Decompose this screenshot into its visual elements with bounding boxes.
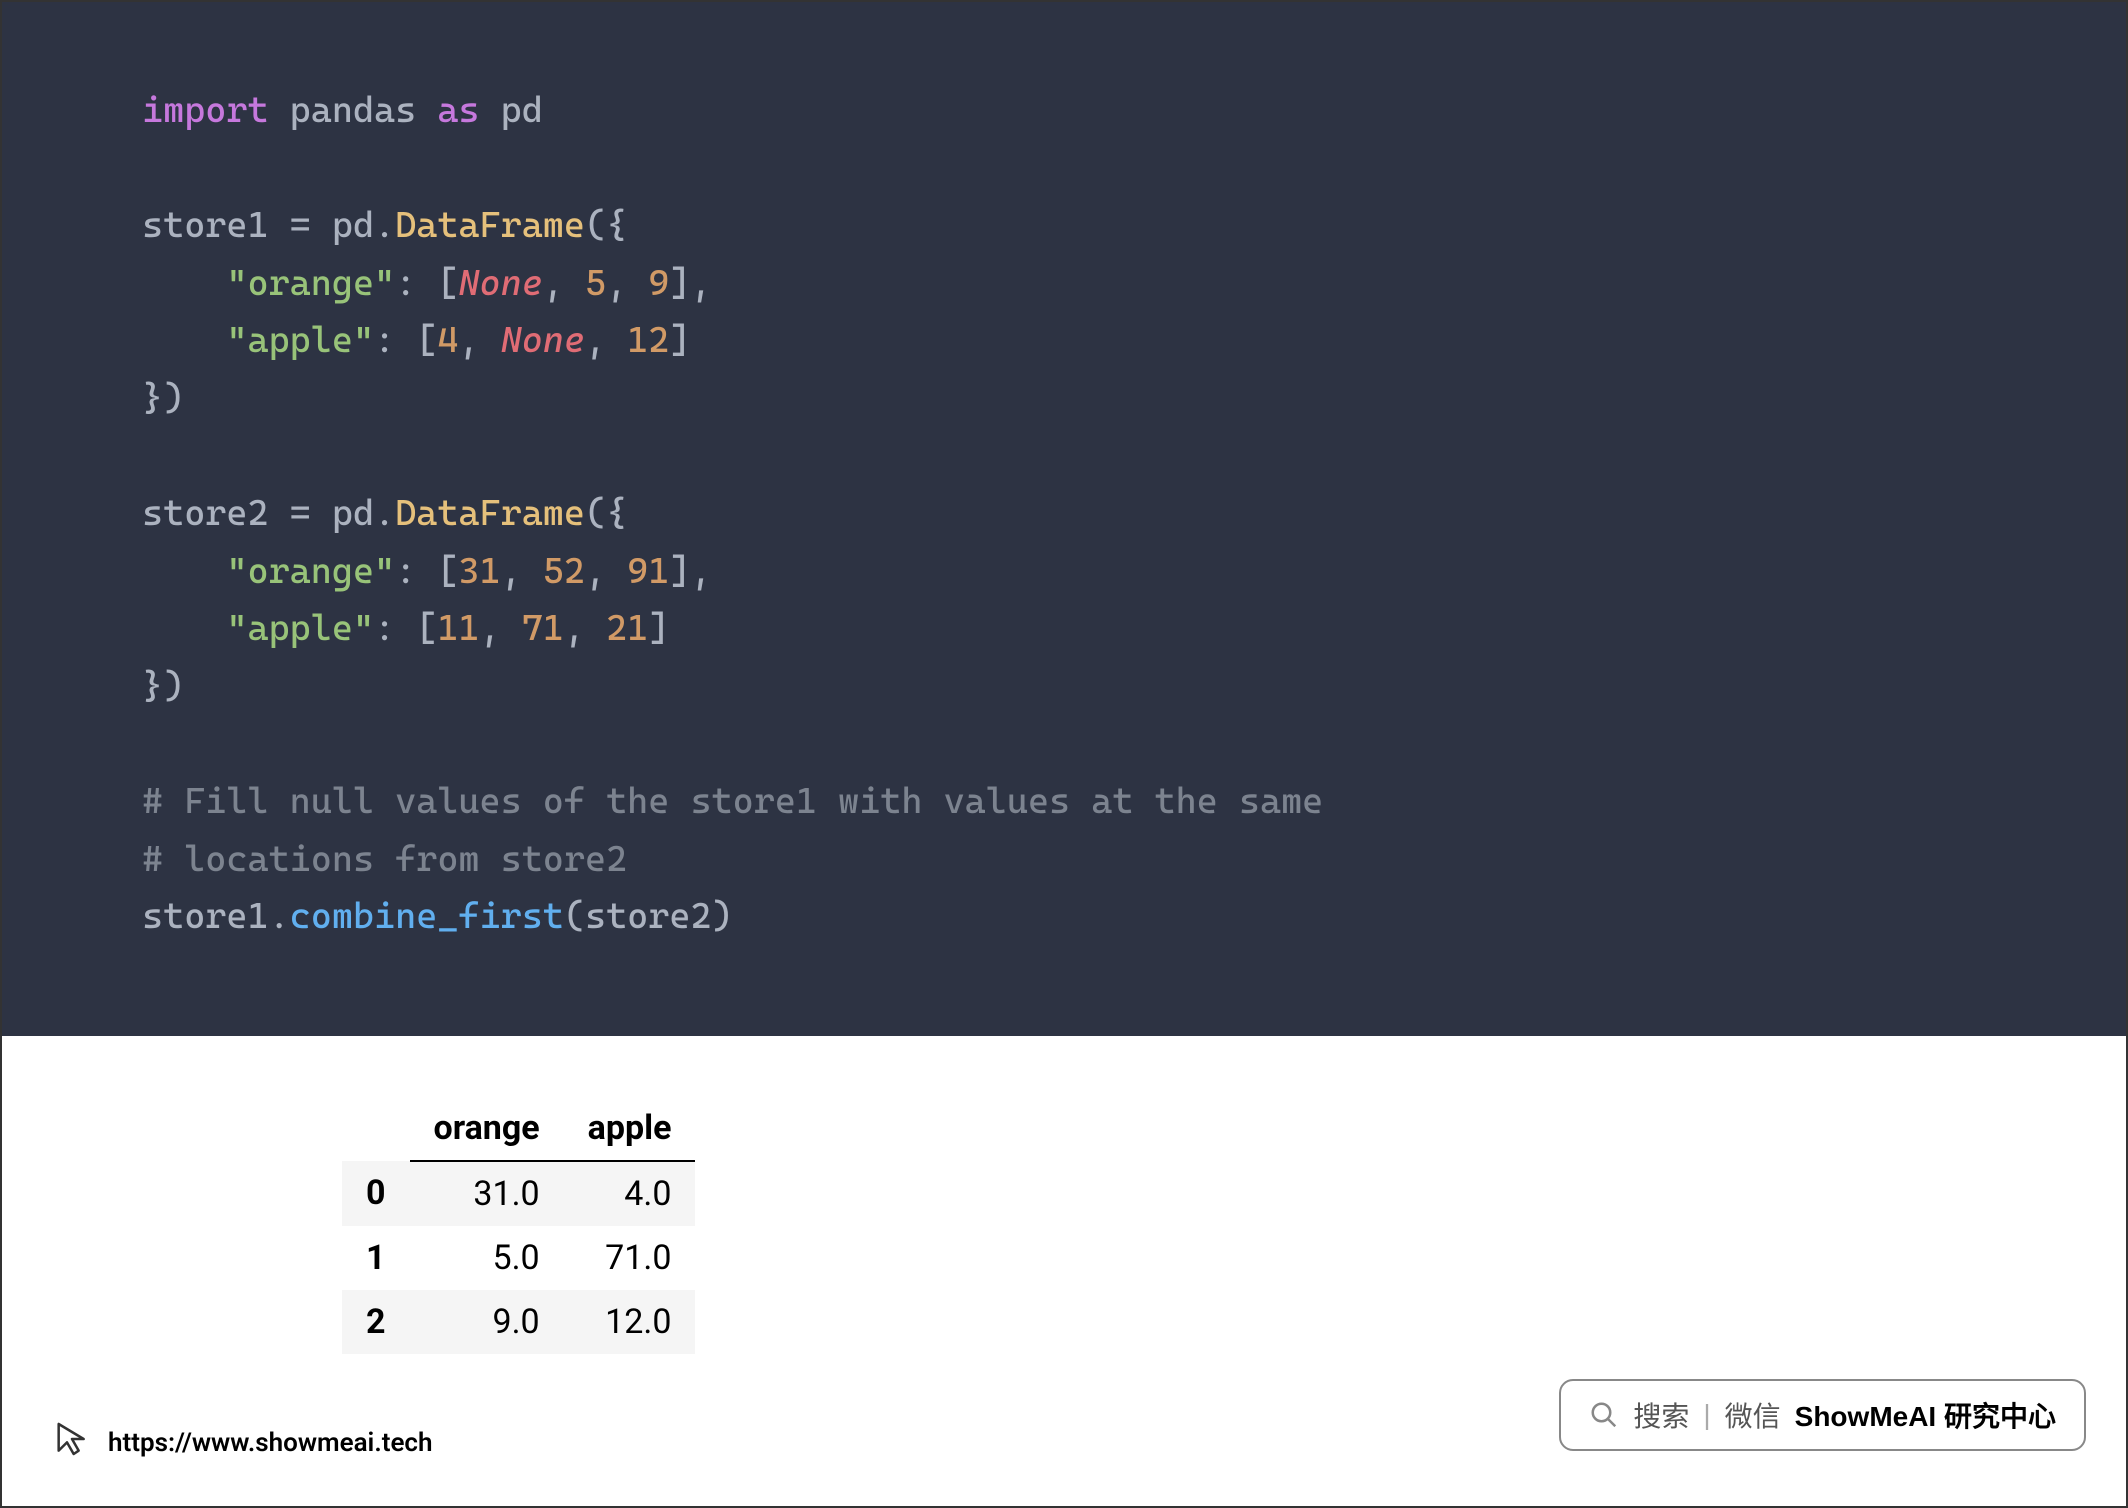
- bracket-open: [: [437, 263, 458, 304]
- cell: 5.0: [410, 1226, 564, 1290]
- bracket-open: [: [416, 608, 437, 649]
- op-eq: =: [290, 493, 311, 534]
- wechat-label: 微信: [1725, 1395, 1781, 1435]
- open-brace: ({: [585, 205, 627, 246]
- number-31: 31: [458, 551, 500, 592]
- dot: .: [374, 205, 395, 246]
- var-store1: store1: [142, 205, 269, 246]
- cell: 12.0: [564, 1290, 696, 1354]
- cell: 31.0: [410, 1161, 564, 1226]
- number-4: 4: [437, 320, 458, 361]
- col-orange: orange: [410, 1096, 564, 1161]
- cursor-icon: [52, 1419, 92, 1466]
- var-store2: store2: [142, 493, 269, 534]
- brand-name: ShowMeAI 研究中心: [1795, 1395, 2056, 1435]
- class-dataframe: DataFrame: [395, 205, 585, 246]
- row-index-0: 0: [342, 1161, 410, 1226]
- number-5: 5: [585, 263, 606, 304]
- footer-link[interactable]: https://www.showmeai.tech: [52, 1419, 433, 1466]
- key-orange: "orange": [226, 263, 395, 304]
- row-index-2: 2: [342, 1290, 410, 1354]
- output-dataframe: orange apple 0 31.0 4.0 1 5.0 71.0 2 9.0…: [342, 1096, 695, 1354]
- output-panel: orange apple 0 31.0 4.0 1 5.0 71.0 2 9.0…: [2, 1036, 2126, 1354]
- ref-pd: pd: [332, 493, 374, 534]
- comment-line-1: # Fill null values of the store1 with va…: [142, 781, 1344, 822]
- col-apple: apple: [564, 1096, 696, 1161]
- key-apple: "apple": [226, 608, 374, 649]
- key-orange: "orange": [226, 551, 395, 592]
- number-21: 21: [606, 608, 648, 649]
- comma: ,: [458, 320, 479, 361]
- code-block: import pandas as pd store1 = pd.DataFram…: [2, 2, 2126, 1036]
- alias-pd: pd: [501, 90, 543, 131]
- keyword-import: import: [142, 90, 269, 131]
- key-apple: "apple": [226, 320, 374, 361]
- dot: .: [374, 493, 395, 534]
- comma: ,: [501, 551, 522, 592]
- bracket-open: [: [416, 320, 437, 361]
- comment-line-2: # locations from store2: [142, 839, 627, 880]
- table-row: 0 31.0 4.0: [342, 1161, 695, 1226]
- colon: :: [374, 608, 395, 649]
- cell: 71.0: [564, 1226, 696, 1290]
- number-12: 12: [627, 320, 669, 361]
- bracket-open: [: [437, 551, 458, 592]
- literal-none: None: [458, 263, 542, 304]
- class-dataframe: DataFrame: [395, 493, 585, 534]
- number-9: 9: [648, 263, 669, 304]
- number-11: 11: [437, 608, 479, 649]
- bracket-close: ]: [648, 608, 669, 649]
- number-71: 71: [522, 608, 564, 649]
- search-icon: [1589, 1400, 1619, 1430]
- row-index-1: 1: [342, 1226, 410, 1290]
- comma: ,: [543, 263, 564, 304]
- dot: .: [269, 896, 290, 937]
- number-91: 91: [627, 551, 669, 592]
- separator: |: [1703, 1399, 1710, 1431]
- cell: 4.0: [564, 1161, 696, 1226]
- keyword-as: as: [437, 90, 479, 131]
- comma: ,: [585, 551, 606, 592]
- call-args: (store2): [564, 896, 733, 937]
- colon: :: [395, 551, 416, 592]
- table-row: 1 5.0 71.0: [342, 1226, 695, 1290]
- bracket-close: ],: [669, 263, 711, 304]
- comma: ,: [564, 608, 585, 649]
- comma: ,: [480, 608, 501, 649]
- colon: :: [374, 320, 395, 361]
- comma: ,: [606, 263, 627, 304]
- search-badge[interactable]: 搜索 | 微信 ShowMeAI 研究中心: [1559, 1379, 2086, 1451]
- method-combine-first: combine_first: [290, 896, 564, 937]
- table-row: 2 9.0 12.0: [342, 1290, 695, 1354]
- colon: :: [395, 263, 416, 304]
- index-header: [342, 1096, 410, 1161]
- open-brace: ({: [585, 493, 627, 534]
- literal-none: None: [501, 320, 585, 361]
- op-eq: =: [290, 205, 311, 246]
- module-pandas: pandas: [290, 90, 417, 131]
- cell: 9.0: [410, 1290, 564, 1354]
- ref-store1: store1: [142, 896, 269, 937]
- bracket-close: ],: [669, 551, 711, 592]
- close-brace: }): [142, 666, 184, 707]
- search-label: 搜索: [1633, 1395, 1689, 1435]
- comma: ,: [585, 320, 606, 361]
- close-brace: }): [142, 378, 184, 419]
- bracket-close: ]: [669, 320, 690, 361]
- number-52: 52: [543, 551, 585, 592]
- ref-pd: pd: [332, 205, 374, 246]
- footer-url: https://www.showmeai.tech: [108, 1428, 433, 1458]
